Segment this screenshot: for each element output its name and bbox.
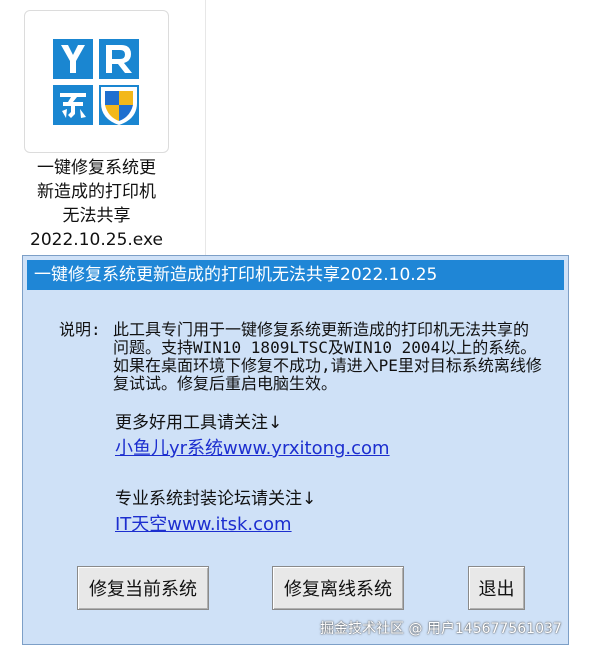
repair-offline-system-button[interactable]: 修复离线系统 (272, 566, 404, 610)
exe-file-icon[interactable] (24, 10, 169, 153)
yrxitong-link[interactable]: 小鱼儿yr系统www.yrxitong.com (115, 434, 390, 460)
yr-system-logo-icon (53, 39, 139, 125)
dialog-titlebar[interactable]: 一键修复系统更新造成的打印机无法共享2022.10.25 (27, 260, 564, 290)
exit-button[interactable]: 退出 (468, 566, 525, 610)
watermark-text: 掘金技术社区 @ 用户145677561037 (320, 621, 562, 637)
file-name-line: 新造成的打印机 (37, 182, 156, 202)
file-name-label: 一键修复系统更 新造成的打印机 无法共享 2022.10.25.exe (20, 156, 173, 252)
dialog-content: 说明: 此工具专门用于一键修复系统更新造成的打印机无法共享的问题。支持WIN10… (27, 292, 564, 640)
repair-current-system-button[interactable]: 修复当前系统 (77, 566, 209, 610)
more-tools-label: 更多好用工具请关注↓ (115, 413, 283, 433)
forum-label: 专业系统封装论坛请关注↓ (115, 489, 317, 509)
itsk-link[interactable]: IT天空www.itsk.com (115, 510, 292, 536)
file-name-line: 一键修复系统更 (37, 158, 156, 178)
description-label: 说明: (59, 320, 101, 339)
description-text: 此工具专门用于一键修复系统更新造成的打印机无法共享的问题。支持WIN10 180… (113, 320, 542, 393)
repair-dialog: 一键修复系统更新造成的打印机无法共享2022.10.25 说明: 此工具专门用于… (22, 255, 569, 645)
file-name-line: 无法共享 (62, 206, 131, 226)
file-name-line: 2022.10.25.exe (30, 230, 163, 250)
explorer-divider (205, 0, 206, 256)
